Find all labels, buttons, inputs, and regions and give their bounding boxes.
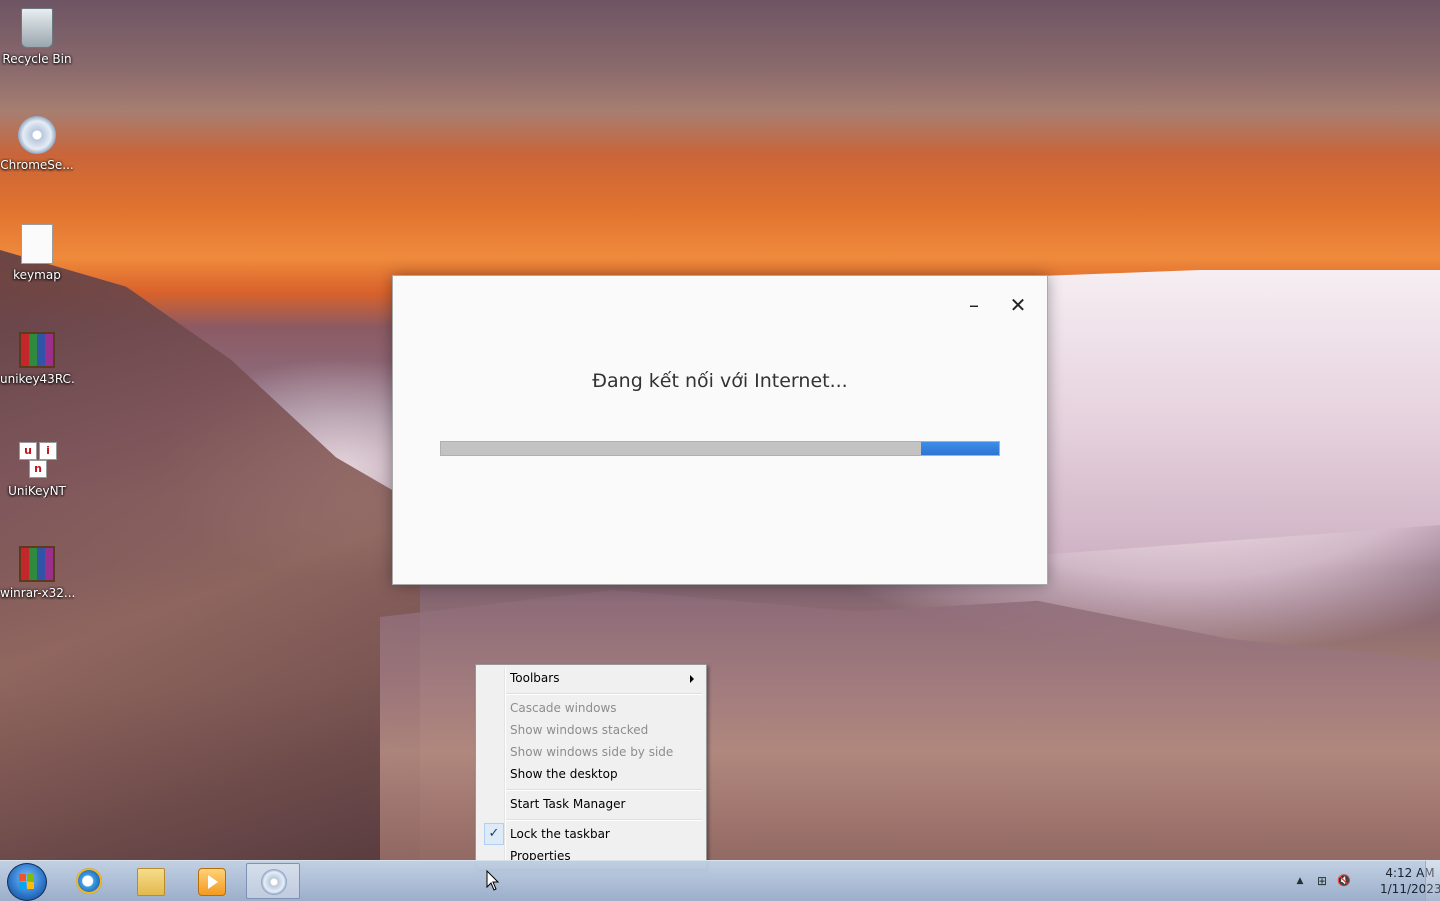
menu-item-cascade-windows[interactable]: Cascade windows <box>478 697 704 719</box>
desktop-icon-label: ChromeSe... <box>0 158 74 172</box>
desktop-icon-unikey43rc[interactable]: unikey43RC... <box>0 328 74 386</box>
progress-indicator <box>920 442 999 455</box>
status-message: Đang kết nối với Internet... <box>592 370 848 392</box>
menu-item-show-windows-side-by-side[interactable]: Show windows side by side <box>478 741 704 763</box>
progress-bar <box>440 441 1000 456</box>
show-hidden-icons-button[interactable]: ▲ <box>1292 873 1308 889</box>
desktop-icon-label: Recycle Bin <box>2 52 72 66</box>
menu-separator <box>506 819 702 821</box>
menu-item-label: Start Task Manager <box>510 797 626 811</box>
taskbar-setup-app[interactable] <box>246 863 300 899</box>
menu-item-label: Show the desktop <box>510 767 618 781</box>
taskbar-internet-explorer[interactable] <box>62 863 116 899</box>
windows-logo-icon <box>19 874 35 890</box>
media-player-icon <box>198 868 226 896</box>
desktop-icon-recycle-bin[interactable]: Recycle Bin <box>0 4 74 66</box>
unikey-icon: u i n <box>15 440 59 480</box>
start-button[interactable] <box>7 863 47 901</box>
internet-explorer-icon <box>76 868 102 894</box>
menu-item-lock-the-taskbar[interactable]: ✓ Lock the taskbar <box>478 823 704 845</box>
desktop-icon-keymap[interactable]: keymap <box>0 220 74 282</box>
menu-item-label: Show windows stacked <box>510 723 649 737</box>
desktop-icon-label: unikey43RC... <box>0 372 74 386</box>
text-file-icon <box>21 224 53 264</box>
setup-disc-icon <box>18 116 56 154</box>
system-tray: ▲ ⊞ 🔇 4:12 AM 1/11/2023 <box>1270 861 1440 901</box>
checkmark-icon: ✓ <box>484 823 504 845</box>
arch-sky <box>1040 270 1440 555</box>
menu-separator <box>506 789 702 791</box>
taskbar-context-menu: Toolbars Cascade windows Show windows st… <box>475 664 707 870</box>
menu-item-show-windows-stacked[interactable]: Show windows stacked <box>478 719 704 741</box>
desktop-background: Recycle Bin ChromeSe... keymap unikey43R… <box>0 0 1440 860</box>
menu-item-start-task-manager[interactable]: Start Task Manager <box>478 793 704 815</box>
taskbar-windows-explorer[interactable] <box>123 863 177 899</box>
winrar-archive-icon <box>19 546 55 582</box>
close-button[interactable]: ✕ <box>1005 294 1031 316</box>
menu-item-show-the-desktop[interactable]: Show the desktop <box>478 763 704 785</box>
desktop-icon-label: UniKeyNT <box>8 484 66 498</box>
recycle-bin-icon <box>21 8 53 48</box>
minimize-button[interactable]: – <box>961 294 987 316</box>
volume-muted-icon[interactable]: 🔇 <box>1336 873 1352 889</box>
menu-item-toolbars[interactable]: Toolbars <box>478 667 704 689</box>
network-icon[interactable]: ⊞ <box>1314 873 1330 889</box>
setup-disc-icon <box>261 869 287 895</box>
desktop-icon-label: winrar-x32... <box>0 586 74 600</box>
menu-item-label: Show windows side by side <box>510 745 674 759</box>
menu-item-label: Lock the taskbar <box>510 827 610 841</box>
taskbar[interactable]: ▲ ⊞ 🔇 4:12 AM 1/11/2023 <box>0 860 1440 901</box>
menu-item-label: Toolbars <box>510 671 560 685</box>
taskbar-media-player[interactable] <box>184 863 238 899</box>
show-desktop-button[interactable] <box>1425 861 1440 901</box>
menu-item-label: Cascade windows <box>510 701 617 715</box>
menu-separator <box>506 693 702 695</box>
desktop-icon-unikeynt[interactable]: u i n UniKeyNT <box>0 436 74 498</box>
winrar-archive-icon <box>19 332 55 368</box>
desktop-icon-chromesetup[interactable]: ChromeSe... <box>0 112 74 172</box>
submenu-arrow-icon <box>690 675 694 683</box>
chrome-installer-dialog: – ✕ Đang kết nối với Internet... <box>392 275 1048 585</box>
desktop-icon-label: keymap <box>13 268 61 282</box>
desktop-icon-winrar[interactable]: winrar-x32... <box>0 542 74 600</box>
folder-icon <box>137 868 165 896</box>
